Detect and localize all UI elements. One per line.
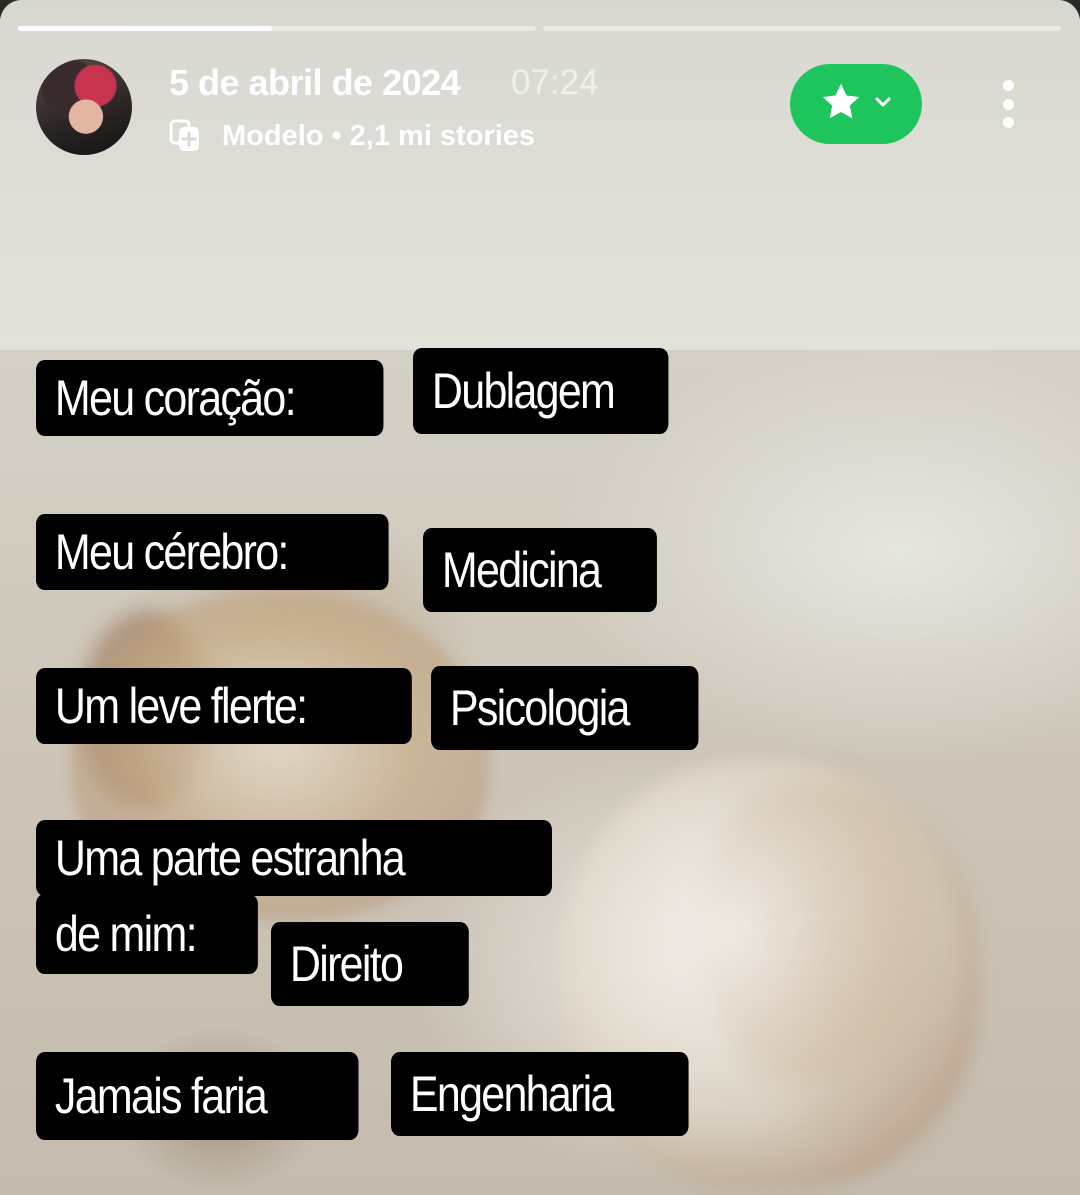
story-viewer[interactable]: 5 de abril de 2024 07:24 Modelo • 2,1 mi…	[0, 0, 1080, 1195]
more-dot	[1002, 117, 1014, 128]
meme-answer-brain: Medicina	[423, 528, 657, 612]
star-icon	[818, 79, 864, 130]
model-label: Modelo	[222, 119, 324, 152]
story-background-top	[0, 0, 1080, 350]
story-progress-segment-2	[543, 26, 1061, 31]
favorite-dropdown-button[interactable]	[790, 64, 922, 144]
stories-count: 2,1 mi stories	[349, 119, 536, 152]
separator-dot: •	[331, 119, 342, 152]
more-vertical-icon	[1002, 80, 1014, 91]
story-date: 5 de abril de 2024	[169, 62, 461, 103]
meme-answer-strange: Direito	[271, 922, 469, 1006]
more-dot	[1002, 98, 1014, 110]
meme-answer-heart: Dublagem	[413, 348, 669, 434]
meme-label-strange-line2: de mim:	[36, 894, 258, 974]
story-progress-segment-1	[18, 26, 536, 31]
chevron-down-icon	[872, 91, 894, 118]
model-info[interactable]: Modelo • 2,1 mi stories	[168, 116, 535, 156]
meme-label-flirt: Um leve flerte:	[36, 668, 412, 744]
meme-label-never: Jamais faria	[36, 1052, 359, 1140]
story-progress-fill-1	[18, 26, 272, 31]
meme-answer-never: Engenharia	[391, 1052, 689, 1136]
template-add-icon	[168, 118, 204, 154]
story-time: 07:24	[511, 63, 599, 102]
profile-avatar[interactable]	[36, 59, 132, 155]
meme-label-brain: Meu cérebro:	[36, 514, 389, 590]
meme-answer-flirt: Psicologia	[431, 666, 699, 750]
meme-label-heart: Meu coração:	[36, 360, 384, 436]
more-options-button[interactable]	[986, 74, 1030, 134]
meme-label-strange-line1: Uma parte estranha	[36, 820, 552, 896]
